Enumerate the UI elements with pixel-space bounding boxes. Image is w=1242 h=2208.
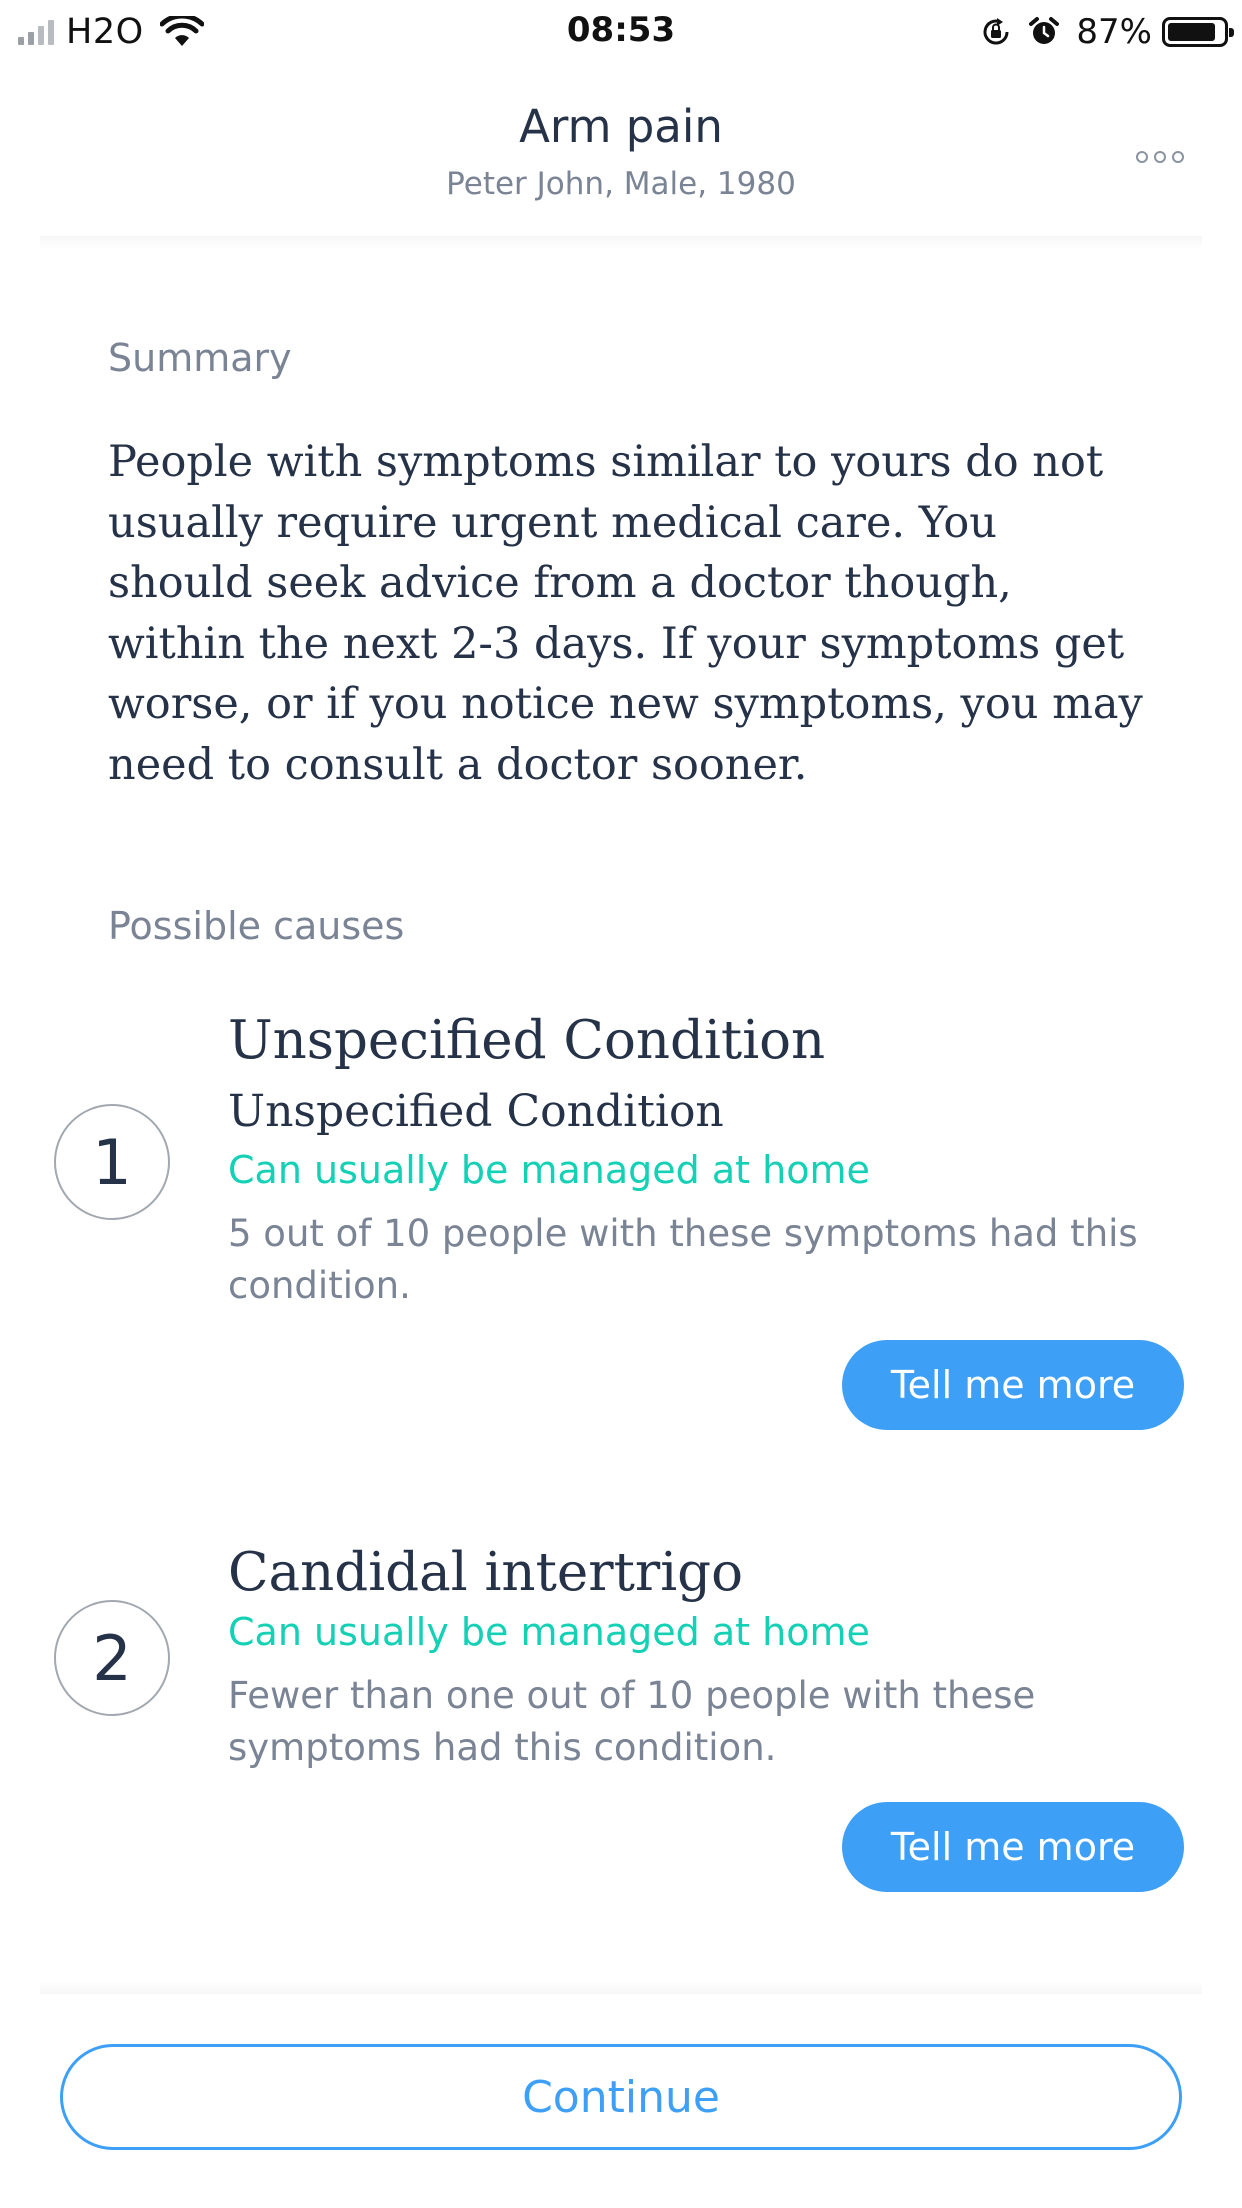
battery-fill [1168, 23, 1215, 41]
rotation-lock-icon [983, 18, 1009, 45]
patient-info: Peter John, Male, 1980 [446, 166, 796, 202]
tell-me-more-button[interactable]: Tell me more [842, 1802, 1184, 1892]
summary-label: Summary [108, 336, 292, 380]
causes-label: Possible causes [108, 904, 405, 948]
page-header: Arm pain Peter John, Male, 1980 [0, 62, 1242, 242]
cause-description: 5 out of 10 people with these symptoms h… [228, 1212, 1138, 1307]
continue-button[interactable]: Continue [60, 2044, 1182, 2150]
tell-me-more-button[interactable]: Tell me more [842, 1340, 1184, 1430]
cause-rank: 2 [54, 1600, 170, 1716]
status-bar: H2O 08:53 87% [0, 0, 1242, 62]
battery-percent: 87% [1076, 12, 1152, 52]
cause-rank: 1 [54, 1104, 170, 1220]
battery-icon [1162, 17, 1234, 47]
more-icon[interactable] [1136, 142, 1184, 172]
page-title: Arm pain [519, 100, 723, 153]
cause-status: Can usually be managed at home [228, 1610, 870, 1654]
cause-status: Can usually be managed at home [228, 1148, 870, 1192]
cause-title: Candidal intertrigo [228, 1542, 743, 1603]
cause-description: Fewer than one out of 10 people with the… [228, 1674, 1036, 1769]
summary-text: People with symptoms similar to yours do… [108, 437, 1143, 790]
alarm-icon [1029, 17, 1060, 44]
header-divider [40, 236, 1202, 250]
cause-title: Unspecified Condition [228, 1010, 826, 1071]
status-right: 87% [980, 12, 1234, 52]
cause-subtitle: Unspecified Condition [228, 1086, 724, 1137]
footer-divider [40, 1980, 1202, 1994]
